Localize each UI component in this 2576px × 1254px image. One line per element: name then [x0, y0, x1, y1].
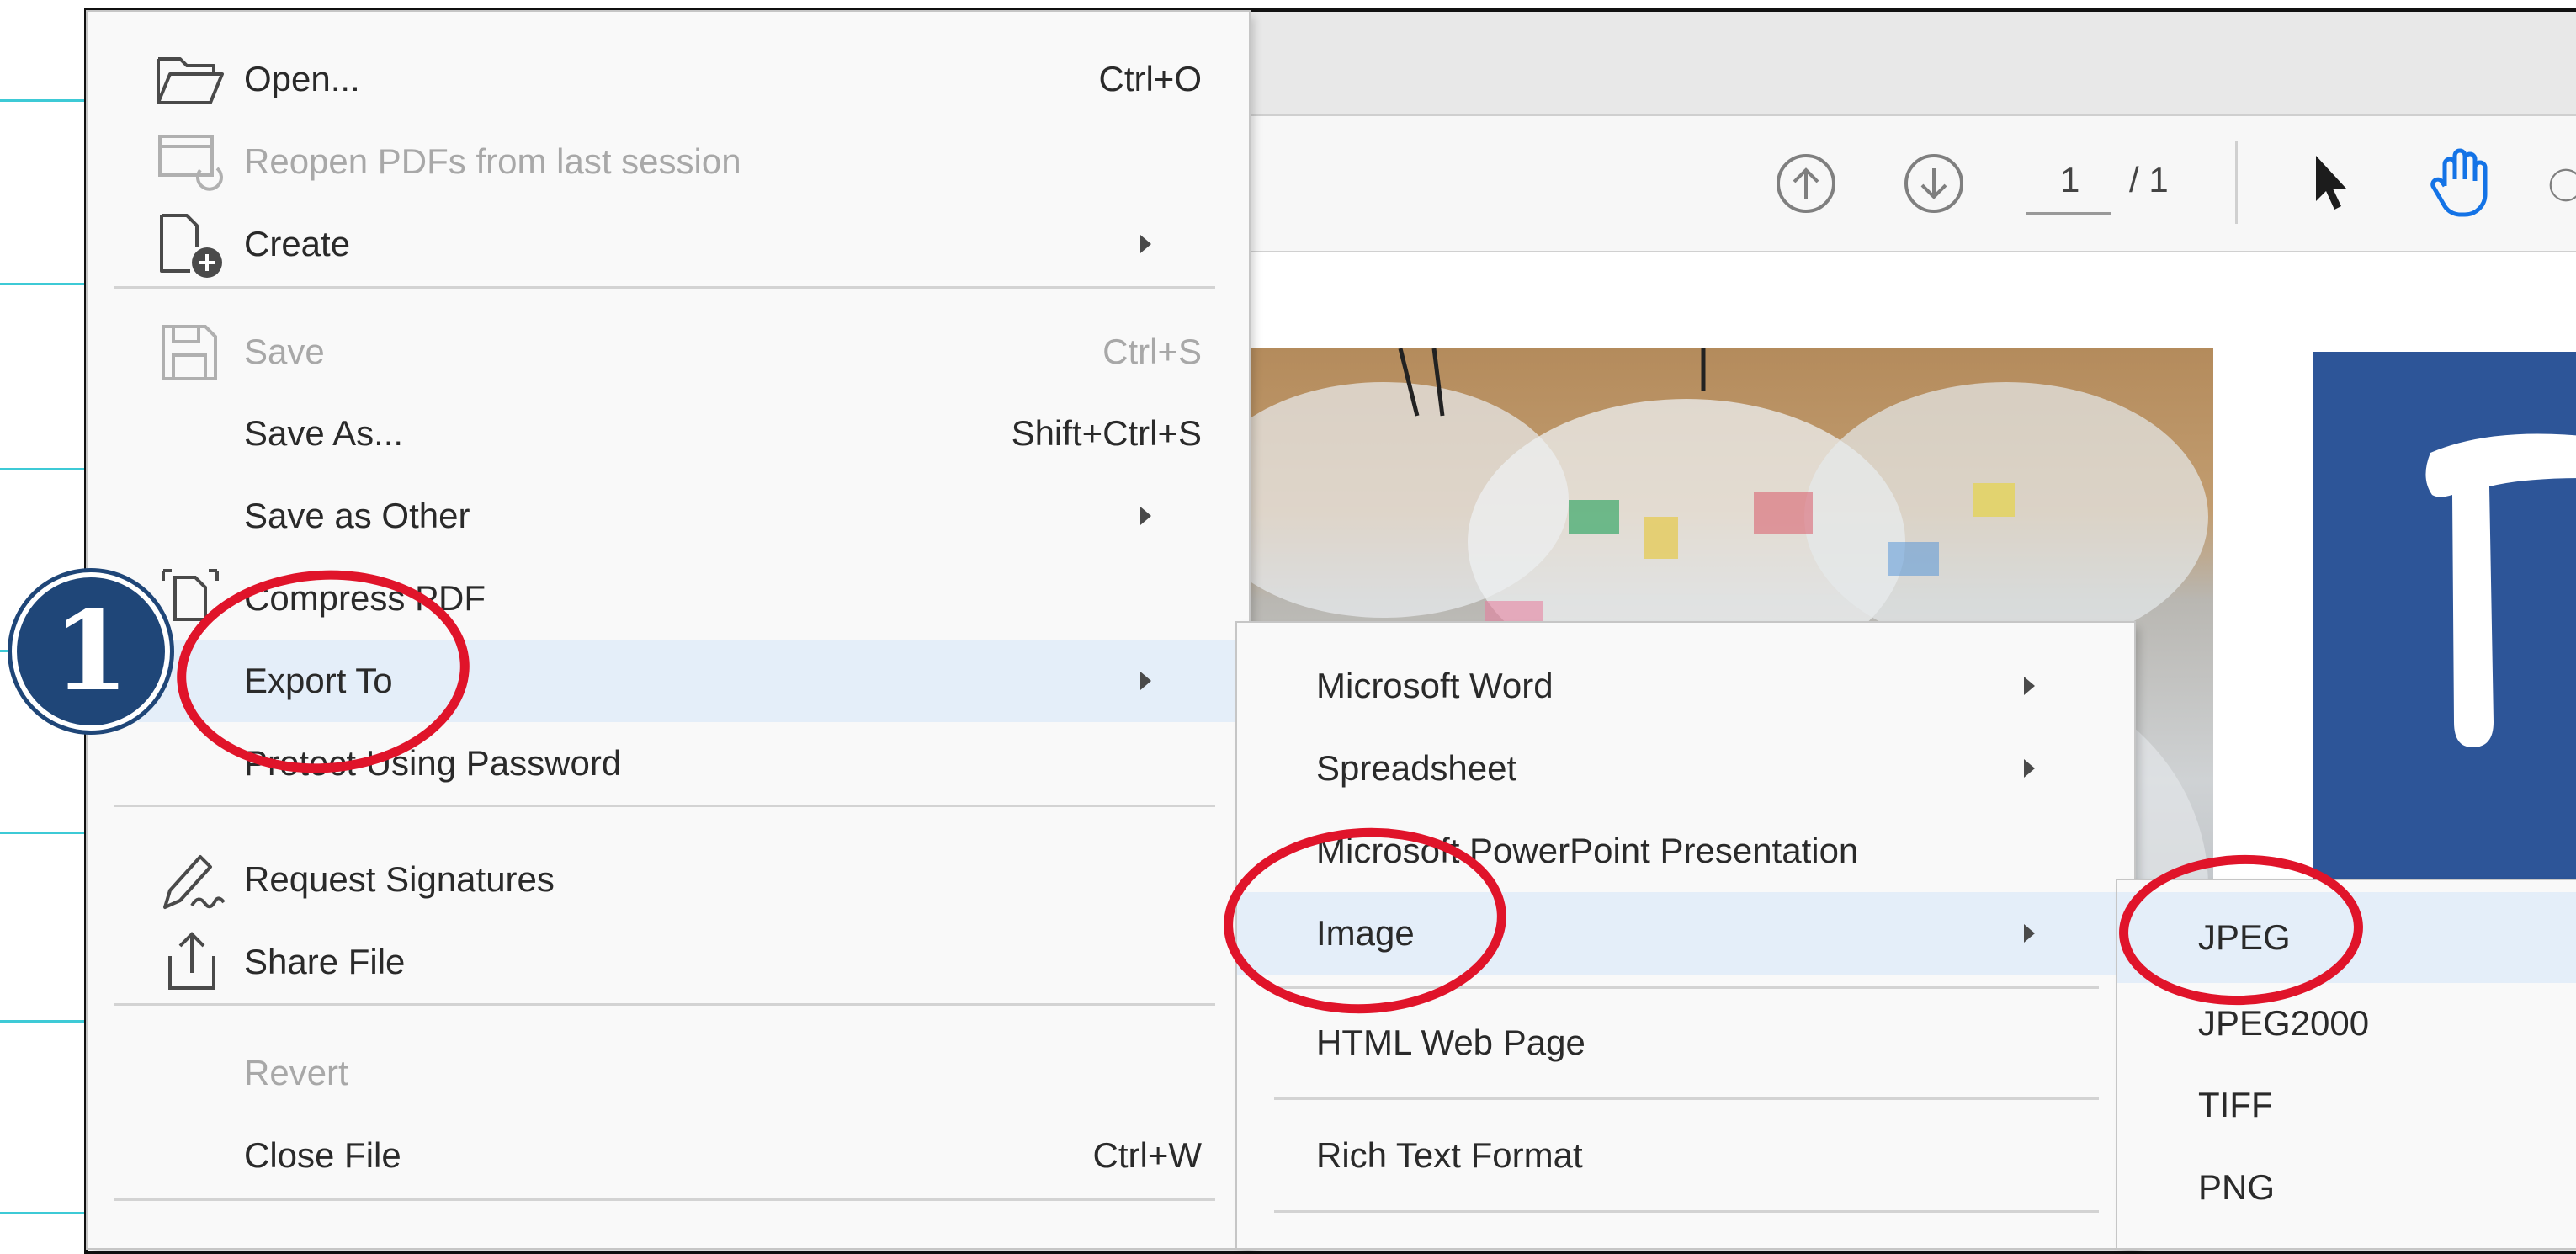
submenu-item-spreadsheet[interactable]: Spreadsheet [1237, 727, 2134, 810]
submenu-arrow-icon [1140, 507, 1151, 525]
menu-item-label: Create [244, 224, 351, 263]
menu-item-label: HTML Web Page [1316, 1023, 1585, 1062]
menu-item-label: Open... [244, 59, 360, 98]
signature-pen-icon [163, 855, 226, 909]
folder-open-icon [157, 57, 224, 104]
background-rule [0, 283, 84, 285]
submenu-arrow-icon [1140, 672, 1151, 690]
previous-page-button[interactable] [1771, 148, 1841, 219]
menu-item-save-as-other[interactable]: Save as Other [88, 475, 1249, 557]
menu-item-create[interactable]: Create [88, 199, 1249, 290]
reopen-session-icon [158, 135, 223, 191]
menu-item-label: Request Signatures [244, 859, 555, 899]
share-upload-icon [168, 932, 215, 990]
menu-item-open[interactable]: Open... Ctrl+O [88, 34, 1249, 125]
background-rule [0, 1020, 84, 1023]
zoom-circle-icon [2549, 168, 2576, 202]
submenu-item-tiff[interactable]: TIFF [2117, 1064, 2576, 1146]
step-number: 1 [52, 587, 130, 715]
arrow-up-circle-icon [1777, 154, 1835, 213]
menu-divider [114, 1003, 1215, 1006]
hand-tool-button[interactable] [2424, 143, 2499, 222]
shortcut-label: Shift+Ctrl+S [1011, 413, 1202, 453]
submenu-item-html-web-page[interactable]: HTML Web Page [1237, 1002, 2134, 1084]
menu-item-reopen-pdfs[interactable]: Reopen PDFs from last session [88, 125, 1249, 199]
submenu-item-rich-text-format[interactable]: Rich Text Format [1237, 1114, 2134, 1197]
menu-item-save[interactable]: Save Ctrl+S [88, 311, 1249, 392]
menu-divider [114, 805, 1215, 807]
submenu-arrow-icon [1140, 235, 1151, 253]
menu-divider [114, 1198, 1215, 1201]
cursor-arrow-icon [2316, 156, 2346, 210]
menu-item-label: Share File [244, 942, 406, 981]
next-page-button[interactable] [1899, 148, 1969, 219]
menu-item-label: Spreadsheet [1316, 748, 1517, 788]
menu-item-label: Save as Other [244, 496, 470, 535]
shortcut-label: Ctrl+W [1092, 1135, 1203, 1175]
menu-item-label: JPEG2000 [2198, 1003, 2370, 1043]
submenu-arrow-icon [2024, 759, 2035, 778]
step-number-badge: 1 [12, 572, 170, 731]
shortcut-label: Ctrl+S [1102, 332, 1202, 371]
menu-item-revert[interactable]: Revert [88, 1032, 1249, 1114]
menu-divider [114, 286, 1215, 289]
menu-divider [1274, 1210, 2099, 1213]
submenu-item-png[interactable]: PNG [2117, 1146, 2576, 1229]
zoom-out-button[interactable] [2548, 150, 2576, 221]
page-number-input[interactable]: 1 [2060, 160, 2079, 200]
menu-item-save-as[interactable]: Save As... Shift+Ctrl+S [88, 392, 1249, 475]
toolbar-divider [2235, 141, 2238, 224]
menu-item-label: Rich Text Format [1316, 1135, 1583, 1175]
letter-t-graphic [2425, 433, 2576, 747]
menu-item-label: TIFF [2198, 1085, 2273, 1124]
menu-item-label: Microsoft Word [1316, 666, 1554, 705]
menu-item-label: Revert [244, 1053, 348, 1092]
background-rule [0, 1212, 84, 1214]
menu-item-label: Reopen PDFs from last session [244, 141, 741, 181]
submenu-arrow-icon [2024, 924, 2035, 943]
background-rule [0, 468, 84, 470]
menu-item-label: Close File [244, 1135, 401, 1175]
tab-bar [1246, 12, 2576, 116]
menu-item-label: Save [244, 332, 325, 371]
create-pdf-icon [160, 214, 222, 278]
menu-item-request-signatures[interactable]: Request Signatures [88, 838, 1249, 921]
page-toolbar: 1 / 1 [1246, 116, 2576, 252]
page-input-underline [2026, 212, 2111, 215]
menu-item-share-file[interactable]: Share File [88, 921, 1249, 1003]
submenu-arrow-icon [2024, 677, 2035, 695]
submenu-item-microsoft-word[interactable]: Microsoft Word [1237, 645, 2134, 727]
hand-icon [2430, 148, 2488, 217]
menu-item-label: Save As... [244, 413, 404, 453]
floppy-disk-icon [162, 325, 217, 380]
menu-item-close-file[interactable]: Close File Ctrl+W [88, 1114, 1249, 1197]
background-rule [0, 99, 84, 102]
page-total: / 1 [2129, 160, 2169, 199]
arrow-down-circle-icon [1904, 154, 1963, 213]
shortcut-label: Ctrl+O [1098, 59, 1202, 98]
menu-item-label: PNG [2198, 1167, 2276, 1207]
document-logo [2313, 352, 2576, 879]
select-tool-button[interactable] [2297, 146, 2365, 221]
background-rule [0, 832, 84, 834]
menu-divider [1274, 1097, 2099, 1100]
